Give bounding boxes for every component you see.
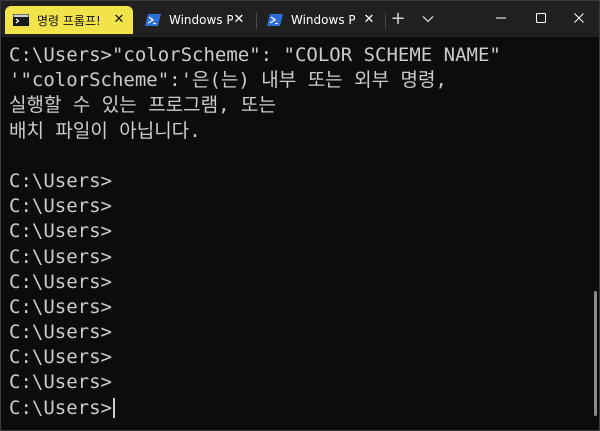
terminal-line: C:\Users> [9,169,112,192]
maximize-button[interactable] [521,5,561,31]
terminal-line: C:\Users> [9,270,112,293]
terminal-line: C:\Users> [9,220,112,243]
tab-windows-powershell-2[interactable]: Windows Po ✕ [259,6,383,34]
terminal-window: 명령 프롬프! ✕ Windows Po ✕ [0,0,600,431]
new-tab-button[interactable]: + [389,10,407,28]
terminal-line: C:\Users> [9,321,112,344]
tab-close-icon[interactable]: ✕ [361,11,377,27]
maximize-icon [536,13,546,23]
tab-label: Windows Po [291,13,355,27]
terminal-line: C:\Users> [9,371,112,394]
minimize-button[interactable] [481,5,521,31]
close-icon [574,13,584,23]
terminal-line: C:\Users> [9,245,112,268]
terminal-output[interactable]: C:\Users>"colorScheme": "COLOR SCHEME NA… [1,37,593,430]
powershell-icon [267,14,283,26]
tab-close-icon[interactable]: ✕ [231,11,247,27]
terminal-line: C:\Users> [9,195,112,218]
prompt-text: C:\Users> [9,396,112,419]
minimize-icon [496,17,506,19]
tab-windows-powershell[interactable]: Windows Po ✕ [137,6,253,34]
terminal-prompt-line[interactable]: C:\Users> [9,396,593,421]
terminal-line: 실행할 수 있는 프로그램, 또는 [9,94,276,117]
terminal-line: '"colorScheme":'은(는) 내부 또는 외부 명령, [9,69,447,92]
tab-label: 명령 프롬프! [37,13,101,28]
tab-close-icon[interactable]: ✕ [111,11,127,27]
tab-label: Windows Po [169,13,233,27]
title-bar: 명령 프롬프! ✕ Windows Po ✕ [1,1,599,37]
terminal-line: C:\Users> [9,295,112,318]
terminal-line: C:\Users>"colorScheme": "COLOR SCHEME NA… [9,44,501,66]
tab-command-prompt[interactable]: 명령 프롬프! ✕ [5,6,133,34]
chevron-down-icon[interactable] [419,10,437,28]
terminal-line: C:\Users> [9,346,112,369]
tab-separator [256,13,257,29]
tab-separator [385,13,386,29]
close-window-button[interactable] [559,5,599,31]
scrollbar-thumb[interactable] [594,291,597,416]
text-cursor [112,398,115,419]
terminal-line: 배치 파일이 아닙니다. [9,119,201,142]
powershell-icon [145,14,161,26]
cmd-icon [13,14,29,26]
